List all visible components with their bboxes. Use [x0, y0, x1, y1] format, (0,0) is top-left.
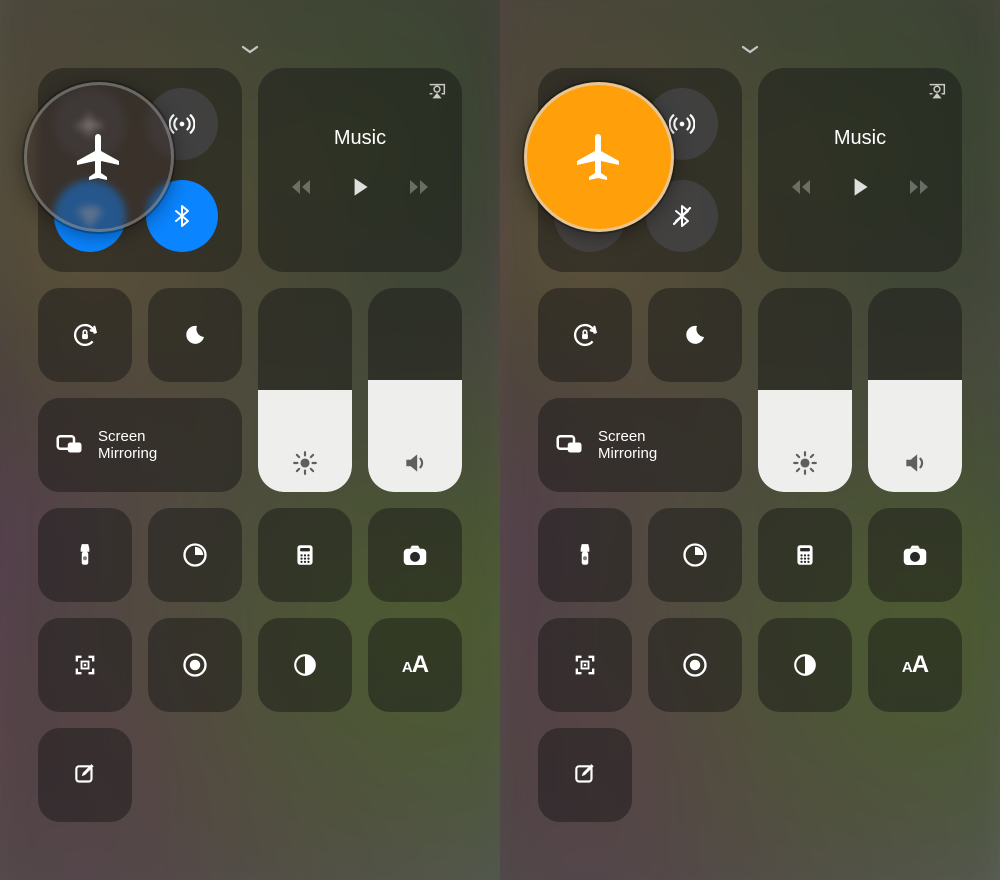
sun-icon [258, 450, 352, 476]
timer-icon [181, 541, 209, 569]
qr-scanner-button[interactable] [538, 618, 632, 712]
timer-button[interactable] [648, 508, 742, 602]
play-button[interactable] [847, 174, 873, 200]
qr-scanner-icon [571, 651, 599, 679]
calculator-button[interactable] [258, 508, 352, 602]
brightness-fill [258, 390, 352, 492]
volume-slider[interactable] [368, 288, 462, 492]
text-size-icon: AA [402, 651, 428, 679]
now-playing-panel[interactable]: Music [758, 68, 962, 272]
notes-compose-button[interactable] [538, 728, 632, 822]
bluetooth-icon [170, 204, 194, 228]
calculator-button[interactable] [758, 508, 852, 602]
play-icon [847, 174, 873, 200]
fast-forward-button[interactable] [407, 175, 431, 199]
qr-scanner-button[interactable] [38, 618, 132, 712]
chevron-down-icon[interactable] [32, 20, 468, 68]
moon-icon [683, 323, 707, 347]
rewind-icon [789, 175, 813, 199]
moon-icon [183, 323, 207, 347]
screen-mirroring-icon [554, 430, 584, 460]
airplane-highlight-off[interactable] [24, 82, 174, 232]
rotation-lock-icon [571, 321, 599, 349]
do-not-disturb-toggle[interactable] [648, 288, 742, 382]
dark-mode-button[interactable] [758, 618, 852, 712]
sun-icon [758, 450, 852, 476]
screen-mirroring-button[interactable]: Screen Mirroring [38, 398, 242, 492]
fast-forward-button[interactable] [907, 175, 931, 199]
fast-forward-icon [907, 175, 931, 199]
control-center-after: Music Screen Mirroring [500, 0, 1000, 880]
calculator-icon [292, 542, 318, 568]
bluetooth-off-icon [670, 204, 694, 228]
text-size-icon: AA [902, 651, 928, 679]
dark-mode-icon [292, 652, 318, 678]
fast-forward-icon [407, 175, 431, 199]
cellular-antenna-icon [169, 111, 195, 137]
play-icon [347, 174, 373, 200]
screen-record-button[interactable] [648, 618, 742, 712]
airplane-icon [573, 131, 625, 183]
do-not-disturb-toggle[interactable] [148, 288, 242, 382]
airplane-icon [73, 131, 125, 183]
cellular-antenna-icon [669, 111, 695, 137]
camera-icon [900, 540, 930, 570]
screen-record-icon [181, 651, 209, 679]
text-size-button[interactable]: AA [868, 618, 962, 712]
qr-scanner-icon [71, 651, 99, 679]
flashlight-button[interactable] [38, 508, 132, 602]
dark-mode-icon [792, 652, 818, 678]
notes-compose-button[interactable] [38, 728, 132, 822]
brightness-slider[interactable] [258, 288, 352, 492]
volume-slider[interactable] [868, 288, 962, 492]
notes-compose-icon [572, 762, 598, 788]
screen-mirroring-icon [54, 430, 84, 460]
rewind-button[interactable] [789, 175, 813, 199]
dark-mode-button[interactable] [258, 618, 352, 712]
notes-compose-icon [72, 762, 98, 788]
rotation-lock-toggle[interactable] [38, 288, 132, 382]
camera-button[interactable] [368, 508, 462, 602]
rotation-lock-toggle[interactable] [538, 288, 632, 382]
screen-mirroring-button[interactable]: Screen Mirroring [538, 398, 742, 492]
calculator-icon [792, 542, 818, 568]
flashlight-icon [572, 542, 598, 568]
screen-record-icon [681, 651, 709, 679]
now-playing-title: Music [834, 127, 886, 150]
flashlight-icon [72, 542, 98, 568]
timer-icon [681, 541, 709, 569]
brightness-fill [758, 390, 852, 492]
speaker-icon [868, 450, 962, 476]
brightness-slider[interactable] [758, 288, 852, 492]
speaker-icon [368, 450, 462, 476]
timer-button[interactable] [148, 508, 242, 602]
camera-button[interactable] [868, 508, 962, 602]
airplay-icon[interactable] [926, 80, 948, 102]
screen-mirroring-label: Screen Mirroring [98, 428, 157, 463]
camera-icon [400, 540, 430, 570]
airplay-icon[interactable] [426, 80, 448, 102]
now-playing-title: Music [334, 127, 386, 150]
rotation-lock-icon [71, 321, 99, 349]
rewind-button[interactable] [289, 175, 313, 199]
play-button[interactable] [347, 174, 373, 200]
chevron-down-icon[interactable] [532, 20, 968, 68]
rewind-icon [289, 175, 313, 199]
now-playing-panel[interactable]: Music [258, 68, 462, 272]
airplane-highlight-on[interactable] [524, 82, 674, 232]
screen-record-button[interactable] [148, 618, 242, 712]
screen-mirroring-label: Screen Mirroring [598, 428, 657, 463]
flashlight-button[interactable] [538, 508, 632, 602]
control-center-before: Music Screen Mirroring [0, 0, 500, 880]
text-size-button[interactable]: AA [368, 618, 462, 712]
